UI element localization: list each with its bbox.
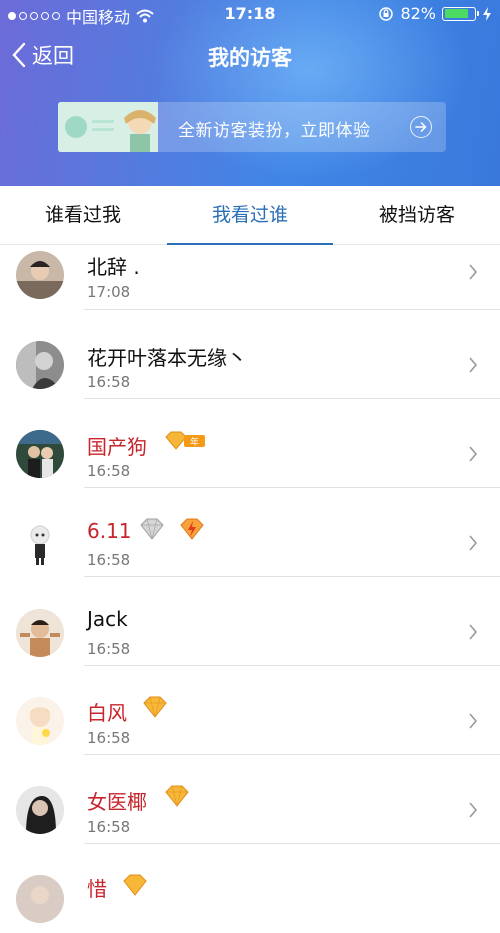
chevron-right-icon — [469, 713, 478, 729]
avatar — [16, 609, 64, 657]
avatar — [16, 519, 64, 567]
visitor-name: 惜 — [87, 877, 107, 901]
list-item[interactable]: Jack 16:58 — [0, 577, 500, 666]
avatar — [16, 786, 64, 834]
visit-time: 16:58 — [87, 373, 131, 391]
page-title: 我的访客 — [208, 46, 292, 70]
chevron-right-icon — [469, 802, 478, 818]
diamond-badge-icon — [143, 696, 167, 718]
visitor-name: 白风 — [87, 701, 127, 725]
promo-text: 全新访客装扮，立即体验 — [178, 121, 371, 141]
svip-year-badge-icon: 年 — [165, 431, 205, 450]
visit-time: 16:58 — [87, 551, 131, 569]
chevron-right-icon — [469, 446, 478, 462]
avatar — [16, 341, 64, 389]
chevron-right-icon — [469, 264, 478, 280]
visit-time: 16:58 — [87, 818, 131, 836]
list-item[interactable]: 北辞 . 17:08 — [0, 221, 500, 310]
avatar — [16, 251, 64, 299]
visitor-name: 国产狗 — [87, 435, 147, 459]
visit-time: 16:58 — [87, 640, 131, 658]
list-item[interactable]: 白风 16:58 — [0, 666, 500, 755]
list-item[interactable]: 6.11 16:58 — [0, 488, 500, 577]
nav-bar: 返回 我的访客 — [0, 36, 500, 76]
visit-time: 17:08 — [87, 283, 131, 301]
badge-year-text: 年 — [190, 436, 199, 448]
promo-banner[interactable]: 全新访客装扮，立即体验 — [58, 102, 446, 152]
list-item[interactable]: 国产狗 年 16:58 — [0, 399, 500, 488]
chevron-right-icon — [469, 624, 478, 640]
status-bar: 中国移动 17:18 82% — [0, 0, 500, 28]
header: 中国移动 17:18 82% 返回 我的访客 全新访客装扮，立即体验 — [0, 0, 500, 186]
promo-thumbnail — [58, 102, 158, 152]
list-item[interactable]: 花开叶落本无缘丶 16:58 — [0, 310, 500, 399]
charging-icon — [483, 6, 491, 21]
rotation-lock-icon — [379, 6, 394, 21]
battery-percent: 82% — [400, 4, 436, 23]
visitor-name: Jack — [87, 607, 128, 631]
visitor-name: 女医椰 — [87, 790, 147, 814]
avatar — [16, 875, 64, 923]
chevron-right-icon — [469, 535, 478, 551]
visitor-name: 花开叶落本无缘丶 — [87, 346, 247, 370]
visit-time: 16:58 — [87, 462, 131, 480]
list-item[interactable]: 女医椰 16:58 — [0, 755, 500, 844]
visitor-name: 6.11 — [87, 519, 132, 543]
diamond-badge-icon — [140, 518, 164, 540]
lightning-diamond-badge-icon — [180, 518, 204, 540]
avatar — [16, 430, 64, 478]
chevron-right-icon — [469, 357, 478, 373]
visitor-name: 北辞 . — [87, 255, 140, 279]
battery-icon — [442, 6, 479, 21]
diamond-badge-icon — [123, 874, 147, 896]
avatar — [16, 697, 64, 745]
arrow-right-icon — [410, 116, 432, 138]
visit-time: 16:58 — [87, 729, 131, 747]
diamond-badge-icon — [165, 785, 189, 807]
